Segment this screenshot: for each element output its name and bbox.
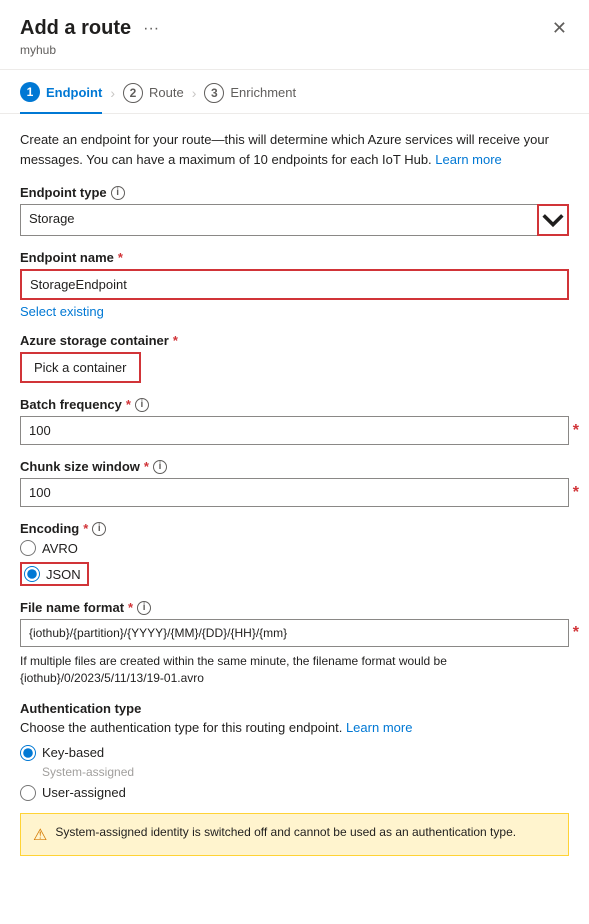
- steps-nav: 1 Endpoint › 2 Route › 3 Enrichment: [0, 70, 589, 114]
- step-1-label: Endpoint: [46, 85, 102, 100]
- endpoint-name-input-wrapper: [20, 269, 569, 300]
- file-name-format-input[interactable]: [20, 619, 569, 647]
- chunk-size-required: *: [144, 459, 149, 474]
- endpoint-type-info-icon[interactable]: i: [111, 186, 125, 200]
- user-assigned-option: User-assigned: [20, 785, 569, 801]
- encoding-info-icon[interactable]: i: [92, 522, 106, 536]
- step-2-label: Route: [149, 85, 184, 100]
- panel-subtitle: myhub: [20, 43, 569, 57]
- encoding-label: Encoding * i: [20, 521, 569, 536]
- chunk-size-req-star: *: [573, 484, 579, 502]
- azure-storage-label: Azure storage container *: [20, 333, 569, 348]
- step-sep-1: ›: [110, 85, 115, 101]
- step-3-circle: 3: [204, 83, 224, 103]
- step-route[interactable]: 2 Route: [123, 83, 184, 113]
- batch-frequency-input-wrapper: *: [20, 416, 569, 445]
- azure-storage-required: *: [173, 333, 178, 348]
- batch-frequency-input[interactable]: [20, 416, 569, 445]
- add-route-panel: Add a route ··· ✕ myhub 1 Endpoint › 2 R…: [0, 0, 589, 924]
- filename-hint: If multiple files are created within the…: [20, 653, 569, 687]
- warning-banner: ⚠ System-assigned identity is switched o…: [20, 813, 569, 856]
- learn-more-link[interactable]: Learn more: [435, 152, 501, 167]
- endpoint-name-label: Endpoint name *: [20, 250, 569, 265]
- panel-content: Create an endpoint for your route—this w…: [0, 114, 589, 886]
- warning-text: System-assigned identity is switched off…: [55, 824, 516, 841]
- encoding-required: *: [83, 521, 88, 536]
- endpoint-name-required: *: [118, 250, 123, 265]
- encoding-json-radio[interactable]: [24, 566, 40, 582]
- encoding-json-label[interactable]: JSON: [46, 567, 81, 582]
- system-assigned-label: System-assigned: [20, 765, 569, 779]
- panel-title: Add a route: [20, 17, 131, 40]
- chunk-size-input[interactable]: [20, 478, 569, 507]
- step-sep-2: ›: [192, 85, 197, 101]
- batch-frequency-info-icon[interactable]: i: [135, 398, 149, 412]
- endpoint-type-dropdown-button[interactable]: [537, 204, 569, 236]
- auth-type-heading: Authentication type: [20, 701, 569, 716]
- azure-storage-container-group: Azure storage container * Pick a contain…: [20, 333, 569, 383]
- step-enrichment[interactable]: 3 Enrichment: [204, 83, 296, 113]
- endpoint-type-group: Endpoint type i Storage: [20, 185, 569, 236]
- chunk-size-group: Chunk size window * i *: [20, 459, 569, 507]
- user-assigned-label[interactable]: User-assigned: [42, 785, 126, 800]
- authentication-type-group: Authentication type Choose the authentic…: [20, 701, 569, 856]
- chunk-size-label: Chunk size window * i: [20, 459, 569, 474]
- encoding-avro-option: AVRO: [20, 540, 569, 556]
- endpoint-name-group: Endpoint name * Select existing: [20, 250, 569, 319]
- file-name-required: *: [128, 600, 133, 615]
- warning-icon: ⚠: [33, 825, 47, 845]
- file-name-format-group: File name format * i * If multiple files…: [20, 600, 569, 687]
- step-1-circle: 1: [20, 82, 40, 102]
- auth-learn-more-link[interactable]: Learn more: [346, 720, 412, 735]
- batch-freq-req-star: *: [573, 422, 579, 440]
- encoding-avro-label[interactable]: AVRO: [42, 541, 78, 556]
- panel-header: Add a route ··· ✕ myhub: [0, 0, 589, 70]
- select-existing-link[interactable]: Select existing: [20, 304, 104, 319]
- key-based-radio[interactable]: [20, 745, 36, 761]
- endpoint-type-value: Storage: [20, 204, 537, 236]
- endpoint-type-select-wrapper: Storage: [20, 204, 569, 236]
- encoding-avro-radio[interactable]: [20, 540, 36, 556]
- file-name-input-wrapper: *: [20, 619, 569, 647]
- ellipsis-button[interactable]: ···: [139, 18, 163, 40]
- chevron-down-icon: [539, 206, 567, 234]
- encoding-json-wrapper: JSON: [20, 562, 89, 586]
- chunk-size-input-wrapper: *: [20, 478, 569, 507]
- auth-type-description: Choose the authentication type for this …: [20, 720, 569, 735]
- batch-frequency-group: Batch frequency * i *: [20, 397, 569, 445]
- file-name-req-star: *: [573, 624, 579, 642]
- close-button[interactable]: ✕: [550, 16, 569, 41]
- pick-container-button[interactable]: Pick a container: [20, 352, 141, 383]
- key-based-label[interactable]: Key-based: [42, 745, 104, 760]
- endpoint-name-input[interactable]: [20, 269, 569, 300]
- batch-frequency-required: *: [126, 397, 131, 412]
- file-name-format-label: File name format * i: [20, 600, 569, 615]
- step-2-circle: 2: [123, 83, 143, 103]
- step-endpoint[interactable]: 1 Endpoint: [20, 82, 102, 114]
- encoding-group: Encoding * i AVRO JSON: [20, 521, 569, 586]
- step-3-label: Enrichment: [230, 85, 296, 100]
- chunk-size-info-icon[interactable]: i: [153, 460, 167, 474]
- user-assigned-radio[interactable]: [20, 785, 36, 801]
- key-based-option: Key-based: [20, 745, 569, 761]
- endpoint-type-label: Endpoint type i: [20, 185, 569, 200]
- file-name-info-icon[interactable]: i: [137, 601, 151, 615]
- info-description: Create an endpoint for your route—this w…: [20, 130, 569, 169]
- batch-frequency-label: Batch frequency * i: [20, 397, 569, 412]
